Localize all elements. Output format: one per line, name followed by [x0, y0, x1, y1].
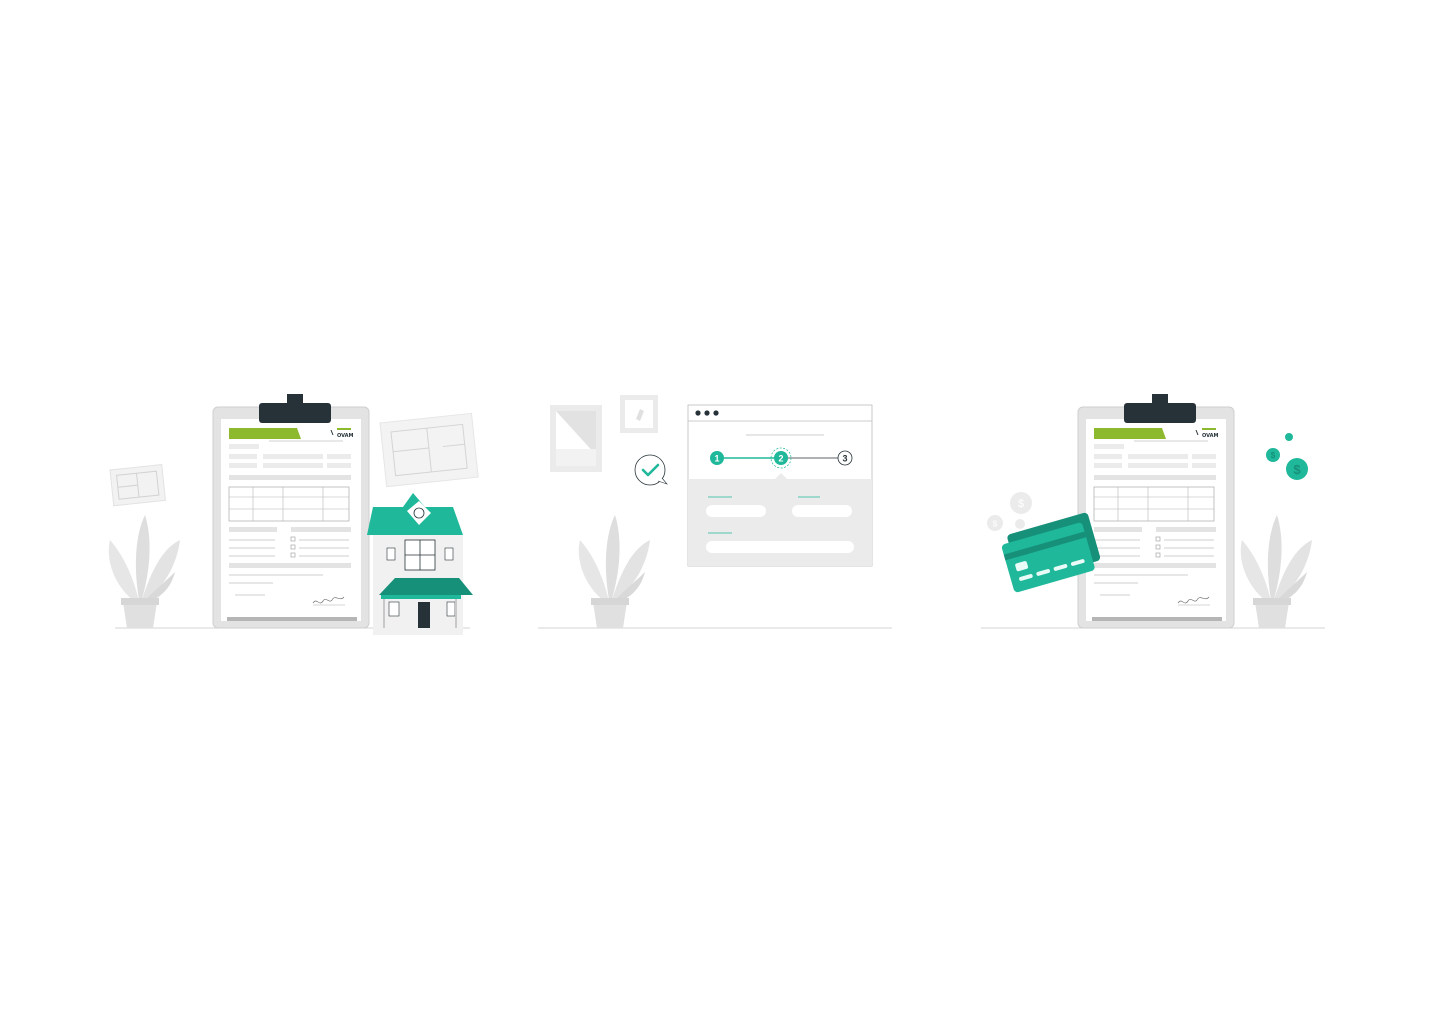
- window-dot-icon: [695, 410, 701, 416]
- step-1[interactable]: 1: [710, 451, 724, 465]
- step-3[interactable]: 3: [837, 450, 853, 466]
- step-3-label: 3: [842, 454, 847, 464]
- svg-text:$: $: [993, 520, 998, 529]
- house-icon: [367, 493, 473, 635]
- floorplan-icon: [379, 412, 479, 488]
- form-field[interactable]: [706, 541, 854, 553]
- form-field[interactable]: [706, 505, 766, 517]
- plant-icon: [1240, 515, 1312, 628]
- picture-frame-icon: [620, 395, 658, 433]
- document-logo: OVAM: [337, 433, 354, 439]
- document-logo: OVAM: [1202, 433, 1219, 439]
- window-dot-icon: [704, 410, 710, 416]
- coin-icon: $ $: [987, 492, 1032, 531]
- plant-icon: [108, 515, 180, 628]
- floorplan-icon: [109, 464, 167, 507]
- clipboard-icon: OVAM: [212, 394, 370, 629]
- plant-icon: [578, 515, 650, 628]
- middle-illustration: 1 2 3: [538, 395, 892, 629]
- coin-icon: $ $: [1266, 433, 1308, 480]
- step-2-label: 2: [778, 454, 783, 464]
- window-dot-icon: [713, 410, 719, 416]
- svg-text:$: $: [1018, 498, 1024, 510]
- browser-window: 1 2 3: [687, 404, 873, 567]
- step-1-label: 1: [714, 454, 719, 464]
- svg-text:$: $: [1293, 462, 1301, 477]
- checkmark-icon: [634, 454, 668, 486]
- left-illustration: OVAM: [108, 394, 479, 635]
- form-field[interactable]: [792, 505, 852, 517]
- picture-frame-icon: [550, 405, 602, 472]
- svg-text:$: $: [1271, 451, 1276, 460]
- right-illustration: $ $ OVAM $ $: [981, 394, 1325, 629]
- clipboard-icon: OVAM: [1077, 394, 1235, 629]
